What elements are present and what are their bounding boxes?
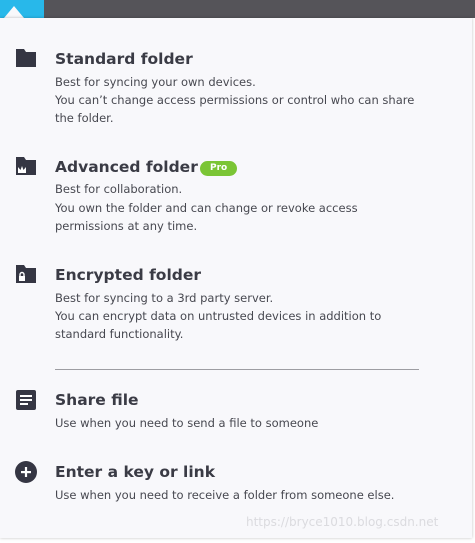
encrypted-folder-desc-line-1: Best for syncing to a 3rd party server.	[55, 291, 274, 305]
standard-folder-option[interactable]: Standard folder Best for syncing your ow…	[0, 44, 472, 128]
folder-icon	[14, 46, 38, 70]
share-file-option[interactable]: Share file Use when you need to send a f…	[0, 386, 472, 434]
file-icon	[14, 388, 38, 412]
advanced-folder-title: Advanced folder	[55, 158, 198, 176]
encrypted-folder-option[interactable]: Encrypted folder Best for syncing to a 3…	[0, 260, 472, 344]
advanced-folder-desc-line-1: Best for collaboration.	[55, 182, 183, 196]
pro-badge: Pro	[200, 161, 238, 176]
crown-folder-icon	[14, 154, 38, 178]
enter-key-or-link-title: Enter a key or link	[55, 463, 216, 481]
lock-folder-icon	[14, 262, 38, 286]
standard-folder-desc-line-2: You can’t change access permissions or c…	[55, 93, 415, 107]
enter-key-or-link-option[interactable]: Enter a key or link Use when you need to…	[0, 458, 472, 506]
encrypted-folder-title: Encrypted folder	[55, 266, 202, 284]
share-file-title: Share file	[55, 391, 139, 409]
popover-caret	[4, 6, 24, 18]
encrypted-folder-desc-line-2: You can encrypt data on untrusted device…	[55, 309, 382, 323]
advanced-folder-option[interactable]: Advanced folder Pro Best for collaborati…	[0, 152, 472, 236]
encrypted-folder-desc-line-3: standard functionality.	[55, 327, 184, 341]
advanced-folder-desc-line-2: You own the folder and can change or rev…	[55, 201, 358, 215]
advanced-folder-desc-line-3: permissions at any time.	[55, 219, 198, 233]
top-bar	[0, 0, 475, 18]
standard-folder-desc-line-3: the folder.	[55, 111, 114, 125]
watermark-text: https://bryce1010.blog.csdn.net	[246, 515, 439, 529]
standard-folder-title: Standard folder	[55, 50, 193, 68]
standard-folder-desc-line-1: Best for syncing your own devices.	[55, 75, 256, 89]
share-file-desc: Use when you need to send a file to some…	[55, 416, 319, 430]
plus-circle-icon	[14, 460, 38, 484]
enter-key-or-link-desc: Use when you need to receive a folder fr…	[55, 488, 395, 502]
menu-divider	[55, 369, 419, 370]
